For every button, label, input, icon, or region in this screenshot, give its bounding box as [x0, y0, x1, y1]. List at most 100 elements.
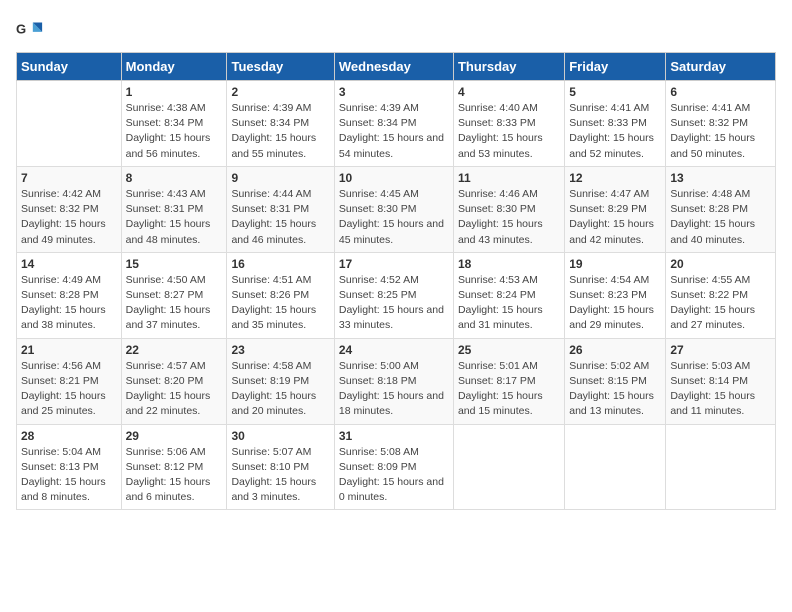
- cell-info: Sunrise: 4:55 AMSunset: 8:22 PMDaylight:…: [670, 273, 771, 334]
- cell-info: Sunrise: 4:50 AMSunset: 8:27 PMDaylight:…: [126, 273, 223, 334]
- day-number: 19: [569, 257, 661, 271]
- day-number: 24: [339, 343, 449, 357]
- calendar-cell: 19Sunrise: 4:54 AMSunset: 8:23 PMDayligh…: [565, 252, 666, 338]
- cell-info: Sunrise: 4:57 AMSunset: 8:20 PMDaylight:…: [126, 359, 223, 420]
- cell-info: Sunrise: 4:42 AMSunset: 8:32 PMDaylight:…: [21, 187, 117, 248]
- cell-info: Sunrise: 4:41 AMSunset: 8:32 PMDaylight:…: [670, 101, 771, 162]
- cell-info: Sunrise: 4:43 AMSunset: 8:31 PMDaylight:…: [126, 187, 223, 248]
- day-number: 25: [458, 343, 560, 357]
- calendar-cell: 10 Sunrise: 4:45 AMSunset: 8:30 PMDayligh…: [334, 166, 453, 252]
- day-number: 15: [126, 257, 223, 271]
- page-header: G: [16, 16, 776, 44]
- calendar-cell: 9 Sunrise: 4:44 AMSunset: 8:31 PMDaylight…: [227, 166, 334, 252]
- day-number: 21: [21, 343, 117, 357]
- calendar-cell: 31 Sunrise: 5:08 AMSunset: 8:09 PMDayligh…: [334, 424, 453, 510]
- calendar-week-row: 28 Sunrise: 5:04 AMSunset: 8:13 PMDayligh…: [17, 424, 776, 510]
- calendar-cell: 14 Sunrise: 4:49 AMSunset: 8:28 PMDayligh…: [17, 252, 122, 338]
- calendar-cell: [17, 81, 122, 167]
- cell-info: Sunrise: 4:52 AMSunset: 8:25 PMDaylight:…: [339, 273, 449, 334]
- calendar-cell: 11 Sunrise: 4:46 AMSunset: 8:30 PMDayligh…: [453, 166, 564, 252]
- day-number: 6: [670, 85, 771, 99]
- day-number: 11: [458, 171, 560, 185]
- cell-info: Sunrise: 4:39 AMSunset: 8:34 PMDaylight:…: [339, 101, 449, 162]
- day-number: 20: [670, 257, 771, 271]
- cell-info: Sunrise: 5:07 AMSunset: 8:10 PMDaylight:…: [231, 445, 329, 506]
- calendar-week-row: 21 Sunrise: 4:56 AMSunset: 8:21 PMDayligh…: [17, 338, 776, 424]
- header-day-thursday: Thursday: [453, 53, 564, 81]
- cell-info: Sunrise: 5:06 AMSunset: 8:12 PMDaylight:…: [126, 445, 223, 506]
- cell-info: Sunrise: 5:04 AMSunset: 8:13 PMDaylight:…: [21, 445, 117, 506]
- day-number: 13: [670, 171, 771, 185]
- cell-info: Sunrise: 5:02 AMSunset: 8:15 PMDaylight:…: [569, 359, 661, 420]
- cell-info: Sunrise: 4:47 AMSunset: 8:29 PMDaylight:…: [569, 187, 661, 248]
- day-number: 14: [21, 257, 117, 271]
- day-number: 8: [126, 171, 223, 185]
- calendar-cell: 8 Sunrise: 4:43 AMSunset: 8:31 PMDaylight…: [121, 166, 227, 252]
- cell-info: Sunrise: 4:56 AMSunset: 8:21 PMDaylight:…: [21, 359, 117, 420]
- calendar-cell: 30 Sunrise: 5:07 AMSunset: 8:10 PMDayligh…: [227, 424, 334, 510]
- header-day-saturday: Saturday: [666, 53, 776, 81]
- logo: G: [16, 16, 52, 44]
- calendar-cell: 29 Sunrise: 5:06 AMSunset: 8:12 PMDayligh…: [121, 424, 227, 510]
- logo-icon: G: [16, 16, 44, 44]
- cell-info: Sunrise: 4:45 AMSunset: 8:30 PMDaylight:…: [339, 187, 449, 248]
- calendar-cell: 13 Sunrise: 4:48 AMSunset: 8:28 PMDayligh…: [666, 166, 776, 252]
- calendar-cell: 20 Sunrise: 4:55 AMSunset: 8:22 PMDayligh…: [666, 252, 776, 338]
- day-number: 3: [339, 85, 449, 99]
- cell-info: Sunrise: 4:48 AMSunset: 8:28 PMDaylight:…: [670, 187, 771, 248]
- calendar-cell: 24 Sunrise: 5:00 AMSunset: 8:18 PMDayligh…: [334, 338, 453, 424]
- day-number: 22: [126, 343, 223, 357]
- day-number: 17: [339, 257, 449, 271]
- calendar-cell: 5Sunrise: 4:41 AMSunset: 8:33 PMDaylight…: [565, 81, 666, 167]
- calendar-cell: [453, 424, 564, 510]
- day-number: 5: [569, 85, 661, 99]
- day-number: 29: [126, 429, 223, 443]
- calendar-cell: 26 Sunrise: 5:02 AMSunset: 8:15 PMDayligh…: [565, 338, 666, 424]
- day-number: 23: [231, 343, 329, 357]
- calendar-cell: [666, 424, 776, 510]
- cell-info: Sunrise: 5:08 AMSunset: 8:09 PMDaylight:…: [339, 445, 449, 506]
- day-number: 4: [458, 85, 560, 99]
- day-number: 27: [670, 343, 771, 357]
- day-number: 12: [569, 171, 661, 185]
- calendar-cell: 2Sunrise: 4:39 AMSunset: 8:34 PMDaylight…: [227, 81, 334, 167]
- header-day-wednesday: Wednesday: [334, 53, 453, 81]
- calendar-week-row: 7 Sunrise: 4:42 AMSunset: 8:32 PMDaylight…: [17, 166, 776, 252]
- cell-info: Sunrise: 4:58 AMSunset: 8:19 PMDaylight:…: [231, 359, 329, 420]
- calendar-cell: 17 Sunrise: 4:52 AMSunset: 8:25 PMDayligh…: [334, 252, 453, 338]
- day-number: 30: [231, 429, 329, 443]
- calendar-table: SundayMondayTuesdayWednesdayThursdayFrid…: [16, 52, 776, 510]
- calendar-cell: [565, 424, 666, 510]
- calendar-cell: 16 Sunrise: 4:51 AMSunset: 8:26 PMDayligh…: [227, 252, 334, 338]
- day-number: 9: [231, 171, 329, 185]
- day-number: 28: [21, 429, 117, 443]
- cell-info: Sunrise: 5:01 AMSunset: 8:17 PMDaylight:…: [458, 359, 560, 420]
- cell-info: Sunrise: 4:46 AMSunset: 8:30 PMDaylight:…: [458, 187, 560, 248]
- calendar-header-row: SundayMondayTuesdayWednesdayThursdayFrid…: [17, 53, 776, 81]
- cell-info: Sunrise: 5:00 AMSunset: 8:18 PMDaylight:…: [339, 359, 449, 420]
- cell-info: Sunrise: 5:03 AMSunset: 8:14 PMDaylight:…: [670, 359, 771, 420]
- calendar-cell: 22 Sunrise: 4:57 AMSunset: 8:20 PMDayligh…: [121, 338, 227, 424]
- calendar-cell: 12 Sunrise: 4:47 AMSunset: 8:29 PMDayligh…: [565, 166, 666, 252]
- cell-info: Sunrise: 4:44 AMSunset: 8:31 PMDaylight:…: [231, 187, 329, 248]
- day-number: 7: [21, 171, 117, 185]
- calendar-cell: 23 Sunrise: 4:58 AMSunset: 8:19 PMDayligh…: [227, 338, 334, 424]
- calendar-cell: 1Sunrise: 4:38 AMSunset: 8:34 PMDaylight…: [121, 81, 227, 167]
- day-number: 16: [231, 257, 329, 271]
- calendar-cell: 28 Sunrise: 5:04 AMSunset: 8:13 PMDayligh…: [17, 424, 122, 510]
- day-number: 10: [339, 171, 449, 185]
- day-number: 31: [339, 429, 449, 443]
- cell-info: Sunrise: 4:51 AMSunset: 8:26 PMDaylight:…: [231, 273, 329, 334]
- calendar-cell: 18Sunrise: 4:53 AMSunset: 8:24 PMDayligh…: [453, 252, 564, 338]
- cell-info: Sunrise: 4:53 AMSunset: 8:24 PMDaylight:…: [458, 273, 560, 334]
- calendar-cell: 21 Sunrise: 4:56 AMSunset: 8:21 PMDayligh…: [17, 338, 122, 424]
- calendar-cell: 25 Sunrise: 5:01 AMSunset: 8:17 PMDayligh…: [453, 338, 564, 424]
- header-day-sunday: Sunday: [17, 53, 122, 81]
- svg-text:G: G: [16, 22, 26, 37]
- header-day-monday: Monday: [121, 53, 227, 81]
- calendar-week-row: 1Sunrise: 4:38 AMSunset: 8:34 PMDaylight…: [17, 81, 776, 167]
- cell-info: Sunrise: 4:49 AMSunset: 8:28 PMDaylight:…: [21, 273, 117, 334]
- day-number: 26: [569, 343, 661, 357]
- day-number: 1: [126, 85, 223, 99]
- header-day-friday: Friday: [565, 53, 666, 81]
